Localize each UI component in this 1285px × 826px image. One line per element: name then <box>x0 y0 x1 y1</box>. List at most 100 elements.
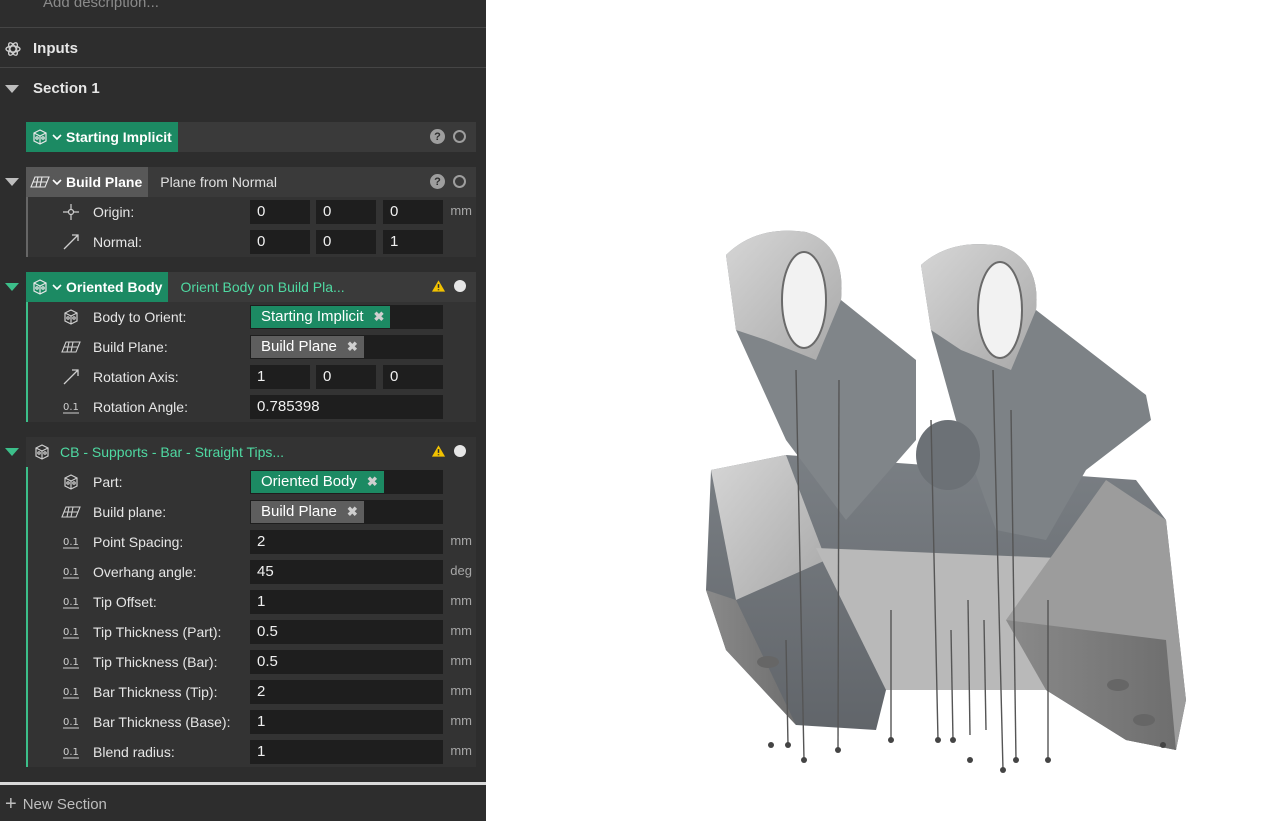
build-plane-field[interactable]: Build Plane ✖ <box>250 500 443 524</box>
remove-icon[interactable]: ✖ <box>347 335 358 359</box>
unit-label: mm <box>450 713 472 728</box>
svg-text:0.1: 0.1 <box>63 537 79 548</box>
implicit-body-icon <box>30 127 50 147</box>
reference-tag[interactable]: Starting Implicit ✖ <box>251 305 391 329</box>
svg-text:0.1: 0.1 <box>63 567 79 578</box>
build-plane-field[interactable]: Build Plane ✖ <box>250 335 443 359</box>
normal-z-input[interactable]: 1 <box>383 230 443 254</box>
bar-thickness-base-input[interactable]: 1 <box>250 710 443 734</box>
blend-radius-input[interactable]: 1 <box>250 740 443 764</box>
scalar-icon: 0.1 <box>61 397 81 417</box>
status-ring-icon[interactable] <box>453 130 466 143</box>
unit-label: mm <box>450 653 472 668</box>
build-plane-chip[interactable]: Build Plane <box>26 167 149 197</box>
collapse-block-icon[interactable] <box>5 178 19 186</box>
param-label: Overhang angle: <box>93 564 197 580</box>
param-row-point-spacing: 0.1 Point Spacing: 2 mm <box>28 527 476 557</box>
collapse-block-icon[interactable] <box>5 283 19 291</box>
starting-implicit-chip[interactable]: Starting Implicit <box>26 122 178 152</box>
param-row-normal: Normal: 0 0 1 <box>28 227 476 257</box>
chevron-down-icon[interactable] <box>52 282 62 292</box>
reference-tag[interactable]: Oriented Body ✖ <box>251 471 384 493</box>
status-ring-icon[interactable] <box>453 175 466 188</box>
scalar-icon: 0.1 <box>61 682 81 702</box>
normal-x-input[interactable]: 0 <box>250 230 310 254</box>
tag-label: Oriented Body <box>261 473 357 490</box>
unit-label: mm <box>450 203 472 218</box>
block-supports[interactable]: CB - Supports - Bar - Straight Tips... <box>26 437 476 467</box>
implicit-body-icon <box>30 277 50 297</box>
oriented-body-chip[interactable]: Oriented Body <box>26 272 169 302</box>
overhang-angle-input[interactable]: 45 <box>250 560 443 584</box>
bar-thickness-tip-input[interactable]: 2 <box>250 680 443 704</box>
param-label: Tip Thickness (Bar): <box>93 654 218 670</box>
description-input[interactable]: Add description... <box>43 0 159 11</box>
rotation-angle-input[interactable]: 0.785398 <box>250 395 443 419</box>
tip-thickness-bar-input[interactable]: 0.5 <box>250 650 443 674</box>
remove-icon[interactable]: ✖ <box>367 470 378 494</box>
section-header[interactable]: Section 1 <box>0 74 486 104</box>
rotation-axis-x-input[interactable]: 1 <box>250 365 310 389</box>
tag-label: Build Plane <box>261 503 337 520</box>
rotation-axis-y-input[interactable]: 0 <box>316 365 376 389</box>
param-row-bar-thickness-base: 0.1 Bar Thickness (Base): 1 mm <box>28 707 476 737</box>
svg-text:0.1: 0.1 <box>63 747 79 758</box>
help-icon[interactable]: ? <box>430 129 445 144</box>
warning-icon[interactable] <box>431 444 446 458</box>
reference-tag[interactable]: Build Plane ✖ <box>251 336 364 358</box>
param-label: Build plane: <box>93 504 167 520</box>
help-icon[interactable]: ? <box>430 174 445 189</box>
implicit-body-icon <box>32 442 52 462</box>
chevron-down-icon[interactable] <box>52 132 62 142</box>
status-dot-icon[interactable] <box>454 280 466 292</box>
svg-text:0.1: 0.1 <box>63 597 79 608</box>
svg-text:0.1: 0.1 <box>63 657 79 668</box>
inputs-icon <box>3 39 23 59</box>
new-section-button[interactable]: + New Section <box>0 782 486 821</box>
tip-offset-input[interactable]: 1 <box>250 590 443 614</box>
plane-icon <box>61 337 81 357</box>
remove-icon[interactable]: ✖ <box>374 305 385 329</box>
scalar-icon: 0.1 <box>61 562 81 582</box>
origin-z-input[interactable]: 0 <box>383 200 443 224</box>
implicit-body-icon <box>61 472 81 492</box>
param-label: Origin: <box>93 204 135 220</box>
param-row-blend-radius: 0.1 Blend radius: 1 mm <box>28 737 476 767</box>
body-to-orient-field[interactable]: Starting Implicit ✖ <box>250 305 443 329</box>
part-field[interactable]: Oriented Body ✖ <box>250 470 443 494</box>
tip-thickness-part-input[interactable]: 0.5 <box>250 620 443 644</box>
warning-icon[interactable] <box>431 279 446 293</box>
scalar-icon: 0.1 <box>61 532 81 552</box>
block-title: Oriented Body <box>66 279 163 295</box>
rotation-axis-z-input[interactable]: 0 <box>383 365 443 389</box>
reference-tag[interactable]: Build Plane ✖ <box>251 501 364 523</box>
origin-x-input[interactable]: 0 <box>250 200 310 224</box>
status-dot-icon[interactable] <box>454 445 466 457</box>
param-row-tip-thickness-bar: 0.1 Tip Thickness (Bar): 0.5 mm <box>28 647 476 677</box>
normal-y-input[interactable]: 0 <box>316 230 376 254</box>
implicit-body-icon <box>61 307 81 327</box>
block-build-plane[interactable]: Build Plane Plane from Normal ? <box>26 167 476 197</box>
param-row-body-to-orient: Body to Orient: Starting Implicit ✖ <box>28 302 476 332</box>
block-starting-implicit[interactable]: Starting Implicit ? <box>26 122 476 152</box>
block-status <box>431 444 466 458</box>
param-label: Tip Thickness (Part): <box>93 624 222 640</box>
remove-icon[interactable]: ✖ <box>347 500 358 524</box>
param-label: Part: <box>93 474 123 490</box>
chevron-down-icon[interactable] <box>52 177 62 187</box>
param-label: Rotation Angle: <box>93 399 188 415</box>
3d-viewport[interactable] <box>486 0 1285 821</box>
param-row-tip-thickness-part: 0.1 Tip Thickness (Part): 0.5 mm <box>28 617 476 647</box>
origin-y-input[interactable]: 0 <box>316 200 376 224</box>
point-spacing-input[interactable]: 2 <box>250 530 443 554</box>
unit-label: mm <box>450 683 472 698</box>
param-label: Bar Thickness (Tip): <box>93 684 218 700</box>
param-label: Point Spacing: <box>93 534 184 550</box>
collapse-block-icon[interactable] <box>5 448 19 456</box>
vector-icon <box>61 232 81 252</box>
block-subtitle: Orient Body on Build Pla... <box>180 279 345 295</box>
inputs-header[interactable]: Inputs <box>0 34 486 64</box>
param-row-bar-thickness-tip: 0.1 Bar Thickness (Tip): 2 mm <box>28 677 476 707</box>
block-oriented-body[interactable]: Oriented Body Orient Body on Build Pla..… <box>26 272 476 302</box>
param-row-origin: Origin: 0 0 0 mm <box>28 197 476 227</box>
